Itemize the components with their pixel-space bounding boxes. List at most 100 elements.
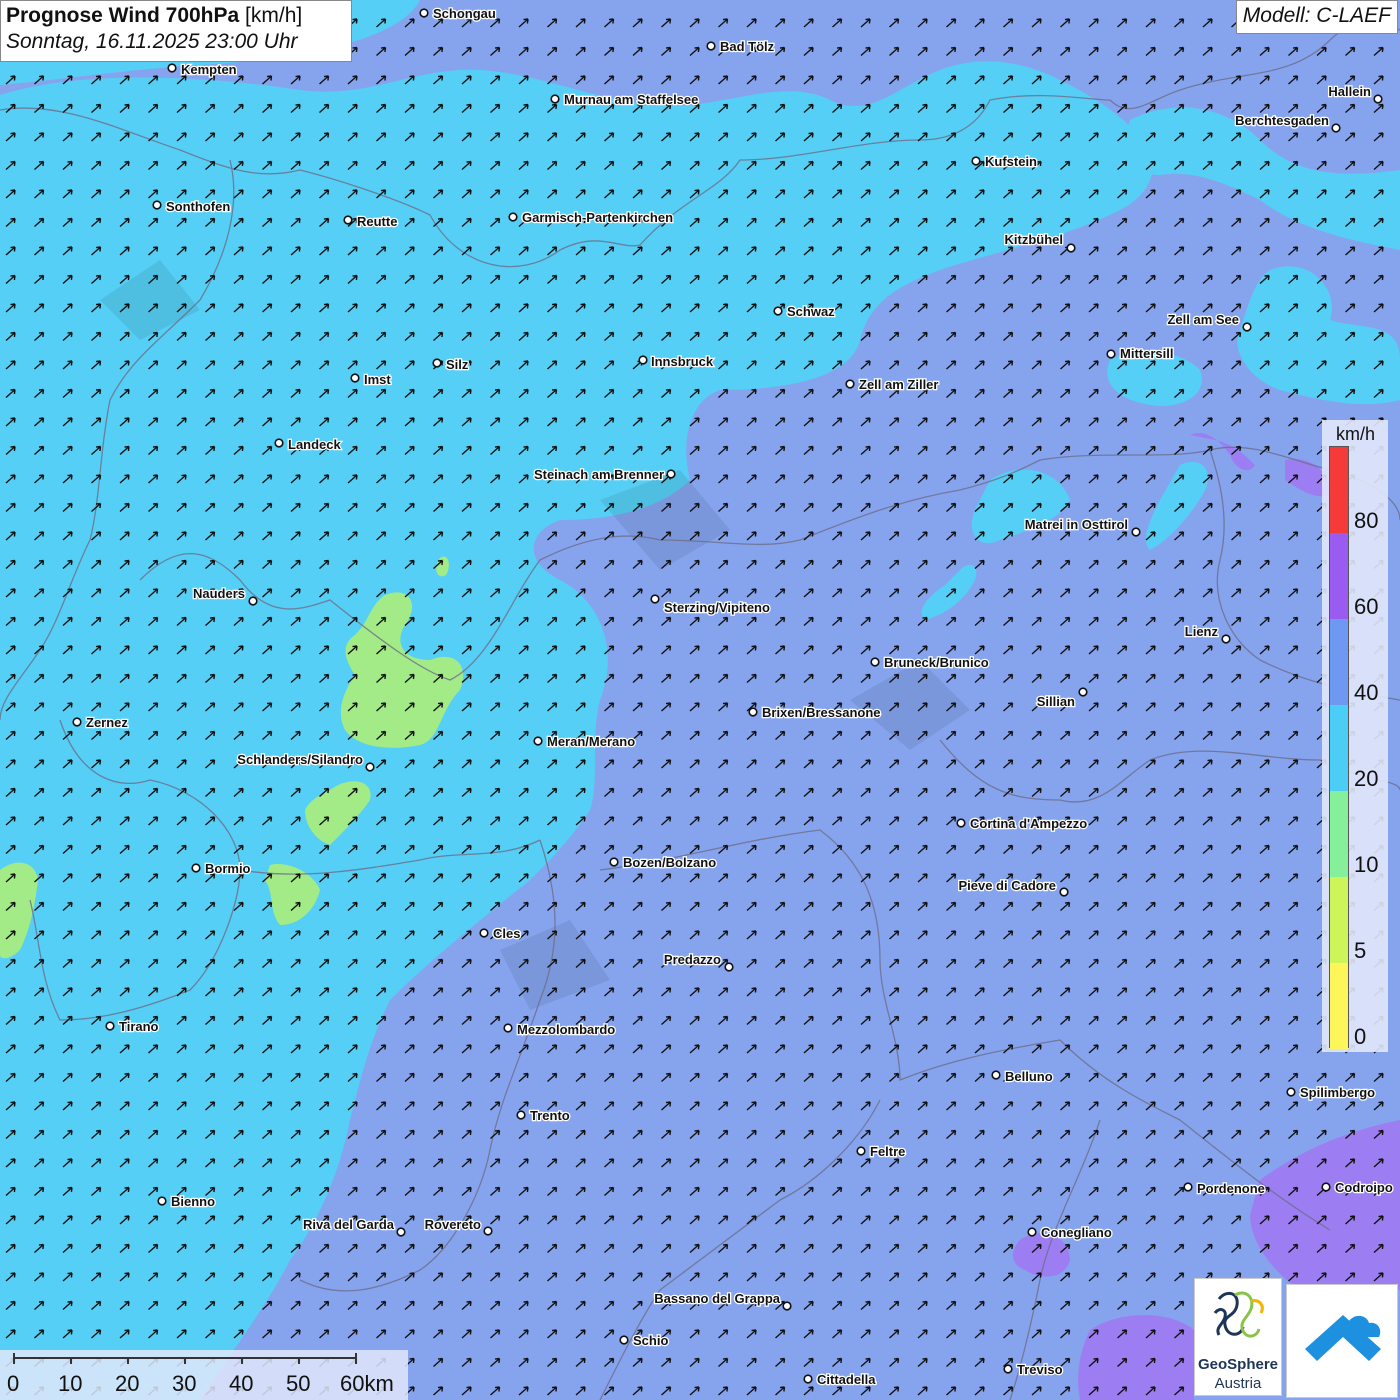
city-dot <box>483 1226 493 1236</box>
wind-forecast-map: Schongau Bad Tölz Kempten Murnau am Staffel… <box>0 0 1400 1400</box>
city-label: Reutte <box>357 214 397 229</box>
city-dot <box>1373 94 1383 104</box>
legend-seg-10 <box>1330 791 1348 877</box>
city-label: Schlanders/Silandro <box>237 752 363 767</box>
city-label: Steinach am Brenner <box>534 467 664 482</box>
legend-seg-5 <box>1330 877 1348 963</box>
city-label: Spilimbergo <box>1300 1085 1375 1100</box>
city-label: Sterzing/Vipiteno <box>664 600 770 615</box>
legend-seg-40 <box>1330 619 1348 705</box>
city-label: Kufstein <box>985 154 1037 169</box>
city-dot <box>432 358 442 368</box>
title-main: Prognose Wind 700hPa <box>6 4 240 27</box>
title-box: Prognose Wind 700hPa [km/h] Sonntag, 16.… <box>0 0 352 62</box>
city-dot <box>167 63 177 73</box>
city-label: Bienno <box>171 1194 215 1209</box>
city-dot <box>1106 349 1116 359</box>
city-label: Hallein <box>1328 84 1371 99</box>
city-label: Silz <box>446 357 469 372</box>
city-label: Rovereto <box>425 1217 481 1232</box>
city-label: Schio <box>633 1333 668 1348</box>
city-dot <box>1183 1182 1193 1192</box>
city-dot <box>1078 687 1088 697</box>
legend-label-80: 80 <box>1354 508 1379 533</box>
geosphere-logo-icon <box>1213 1291 1264 1338</box>
legend-color-bar <box>1329 446 1349 1049</box>
city-dot <box>638 355 648 365</box>
city-label: Zell am See <box>1167 312 1239 327</box>
scale-label-50: 50 <box>286 1371 311 1396</box>
city-dot <box>1027 1227 1037 1237</box>
scale-label-40: 40 <box>229 1371 254 1396</box>
city-dot <box>803 1374 813 1384</box>
scale-label-10: 10 <box>58 1371 83 1396</box>
city-dot <box>157 1196 167 1206</box>
city-label: Tirano <box>119 1019 159 1034</box>
city-dot <box>248 596 258 606</box>
city-dot <box>105 1021 115 1031</box>
city-label: Sillian <box>1037 694 1075 709</box>
city-dot <box>516 1110 526 1120</box>
scale-label-60km: 60km <box>340 1371 394 1396</box>
geosphere-logo-country: Austria <box>1214 1375 1262 1392</box>
forecast-datetime: Sonntag, 16.11.2025 23:00 Uhr <box>6 30 298 53</box>
city-label: Imst <box>364 372 391 387</box>
geosphere-logo-name: GeoSphere <box>1197 1356 1279 1373</box>
city-label: Bad Tölz <box>720 39 775 54</box>
city-dot <box>152 200 162 210</box>
city-dot <box>350 373 360 383</box>
city-dot <box>748 707 758 717</box>
city-dot <box>724 962 734 972</box>
city-dot <box>343 215 353 225</box>
city-label: Trento <box>530 1108 570 1123</box>
city-label: Conegliano <box>1041 1225 1112 1240</box>
scale-label-0: 0 <box>7 1371 20 1396</box>
city-label: Matrei in Osttirol <box>1025 517 1128 532</box>
legend-label-0: 0 <box>1354 1024 1367 1049</box>
city-label: Feltre <box>870 1144 905 1159</box>
city-label: Brixen/Bressanone <box>762 705 881 720</box>
map-title: Prognose Wind 700hPa [km/h] <box>6 4 346 28</box>
city-label: Pieve di Cadore <box>958 878 1056 893</box>
city-label: Zell am Ziller <box>859 377 938 392</box>
scale-label-30: 30 <box>172 1371 197 1396</box>
city-label: Schwaz <box>787 304 835 319</box>
city-dot <box>609 857 619 867</box>
geosphere-logo[interactable]: GeoSphere Austria <box>1194 1278 1282 1396</box>
city-dot <box>666 469 676 479</box>
city-dot <box>396 1227 406 1237</box>
city-label: Bozen/Bolzano <box>623 855 716 870</box>
city-dot <box>1131 527 1141 537</box>
wetter-app-logo-icon <box>1305 1315 1381 1361</box>
city-label: Riva del Garda <box>303 1217 395 1232</box>
legend-label-60: 60 <box>1354 594 1379 619</box>
city-dot <box>956 818 966 828</box>
city-dot <box>1286 1087 1296 1097</box>
city-dot <box>533 736 543 746</box>
city-label: Nauders <box>193 586 245 601</box>
legend-label-20: 20 <box>1354 766 1379 791</box>
title-unit: [km/h] <box>245 4 303 27</box>
city-label: Cortina d'Ampezzo <box>970 816 1087 831</box>
city-dot <box>72 717 82 727</box>
scale-bar: 0 10 20 30 40 50 60km <box>0 1350 408 1400</box>
city-dot <box>971 156 981 166</box>
city-label: Pordenone <box>1197 1181 1265 1196</box>
city-dot <box>856 1146 866 1156</box>
city-label: Kitzbühel <box>1005 232 1064 247</box>
city-label: Sonthofen <box>166 199 230 214</box>
legend-unit: km/h <box>1336 424 1376 444</box>
city-dot <box>1059 887 1069 897</box>
city-label: Treviso <box>1017 1362 1063 1377</box>
scale-label-20: 20 <box>115 1371 140 1396</box>
city-dot <box>550 94 560 104</box>
weather-app-logo[interactable] <box>1286 1284 1398 1398</box>
city-dot <box>650 594 660 604</box>
city-label: Zernez <box>86 715 128 730</box>
city-dot <box>419 8 429 18</box>
city-dot <box>479 928 489 938</box>
city-label: Berchtesgaden <box>1235 113 1329 128</box>
model-label: Modell: C-LAEF <box>1235 0 1398 34</box>
color-legend: km/h 80 60 40 20 10 5 0 <box>1322 420 1388 1052</box>
city-dot <box>870 657 880 667</box>
